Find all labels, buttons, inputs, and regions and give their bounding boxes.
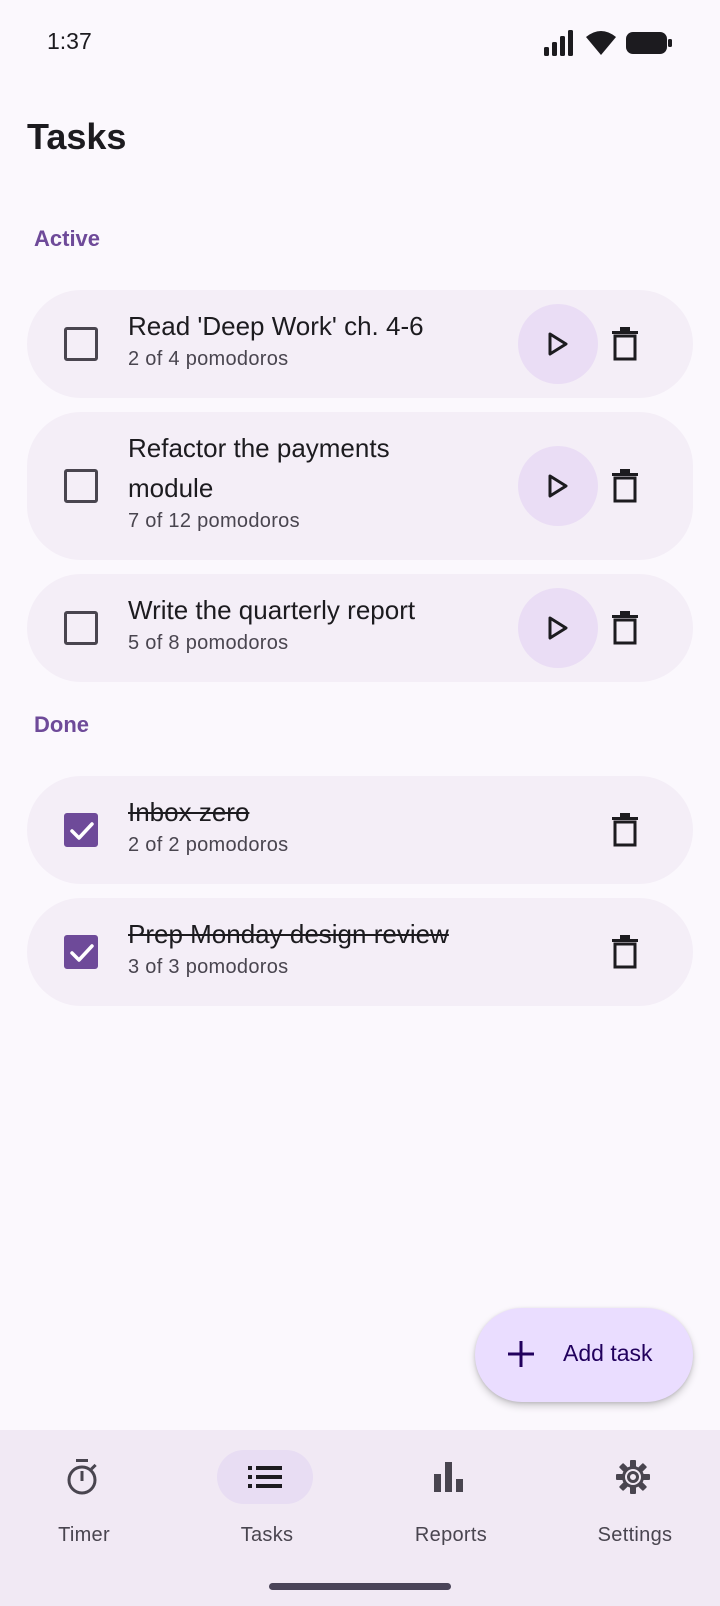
status-bar: 1:37 (0, 0, 720, 88)
bottom-nav: Timer Tasks Reports Settings (0, 1430, 720, 1606)
task-progress: 5 of 8 pomodoros (128, 632, 289, 654)
home-indicator[interactable] (269, 1583, 451, 1590)
stopwatch-icon (67, 1459, 97, 1495)
task-card[interactable]: Prep Monday design review 3 of 3 pomodor… (27, 898, 693, 1006)
task-text: Refactor the payments module 7 of 12 pom… (128, 428, 468, 534)
status-icons (544, 30, 672, 56)
start-timer-button[interactable] (518, 588, 598, 668)
task-title: Write the quarterly report (128, 595, 416, 625)
task-checkbox[interactable] (64, 469, 98, 503)
task-text: Read 'Deep Work' ch. 4-6 2 of 4 pomodoro… (128, 306, 488, 372)
task-title: Prep Monday design review (128, 919, 449, 949)
trash-icon (612, 813, 638, 847)
task-card[interactable]: Inbox zero 2 of 2 pomodoros (27, 776, 693, 884)
play-icon (548, 616, 568, 640)
trash-icon (612, 611, 638, 645)
add-task-label: Add task (563, 1340, 653, 1366)
nav-item-tasks[interactable]: Tasks (177, 1450, 357, 1560)
trash-icon (612, 327, 638, 361)
task-title: Refactor the payments module (128, 433, 390, 503)
task-progress: 3 of 3 pomodoros (128, 956, 289, 978)
task-checkbox[interactable] (64, 813, 98, 847)
status-time: 1:37 (47, 28, 92, 54)
start-timer-button[interactable] (518, 446, 598, 526)
nav-label: Timer (58, 1524, 110, 1546)
battery-icon (626, 32, 672, 54)
task-checkbox[interactable] (64, 327, 98, 361)
check-icon (70, 822, 94, 840)
signal-icon (544, 30, 573, 56)
task-title: Inbox zero (128, 797, 250, 827)
task-card[interactable]: Write the quarterly report 5 of 8 pomodo… (27, 574, 693, 682)
task-card[interactable]: Read 'Deep Work' ch. 4-6 2 of 4 pomodoro… (27, 290, 693, 398)
task-progress: 7 of 12 pomodoros (128, 510, 300, 532)
task-checkbox[interactable] (64, 611, 98, 645)
nav-pill (401, 1450, 497, 1504)
task-text: Prep Monday design review 3 of 3 pomodor… (128, 914, 528, 980)
nav-pill-active (217, 1450, 313, 1504)
trash-icon (612, 469, 638, 503)
section-label-done: Done (34, 712, 89, 737)
start-timer-button[interactable] (518, 304, 598, 384)
bar-chart-icon (434, 1462, 463, 1492)
wifi-icon (586, 31, 616, 55)
check-icon (70, 944, 94, 962)
task-text: Write the quarterly report 5 of 8 pomodo… (128, 590, 488, 656)
nav-item-timer[interactable]: Timer (0, 1450, 174, 1560)
delete-task-button[interactable] (600, 461, 650, 511)
delete-task-button[interactable] (600, 805, 650, 855)
nav-label: Reports (414, 1524, 488, 1546)
list-icon (248, 1466, 282, 1488)
nav-pill (585, 1450, 681, 1504)
task-text: Inbox zero 2 of 2 pomodoros (128, 792, 488, 858)
delete-task-button[interactable] (600, 927, 650, 977)
task-card[interactable]: Refactor the payments module 7 of 12 pom… (27, 412, 693, 560)
nav-label: Settings (597, 1524, 673, 1546)
play-icon (548, 474, 568, 498)
nav-item-reports[interactable]: Reports (361, 1450, 541, 1560)
nav-pill (34, 1450, 130, 1504)
nav-label: Tasks (240, 1524, 294, 1546)
trash-icon (612, 935, 638, 969)
delete-task-button[interactable] (600, 319, 650, 369)
nav-item-settings[interactable]: Settings (545, 1450, 720, 1560)
task-progress: 2 of 4 pomodoros (128, 348, 289, 370)
plus-icon (508, 1341, 534, 1367)
delete-task-button[interactable] (600, 603, 650, 653)
task-progress: 2 of 2 pomodoros (128, 834, 289, 856)
task-checkbox[interactable] (64, 935, 98, 969)
page-title: Tasks (27, 116, 127, 157)
add-task-button[interactable]: Add task (475, 1308, 693, 1402)
section-label-active: Active (34, 226, 101, 251)
play-icon (548, 332, 568, 356)
task-title: Read 'Deep Work' ch. 4-6 (128, 311, 424, 341)
gear-icon (616, 1460, 650, 1494)
